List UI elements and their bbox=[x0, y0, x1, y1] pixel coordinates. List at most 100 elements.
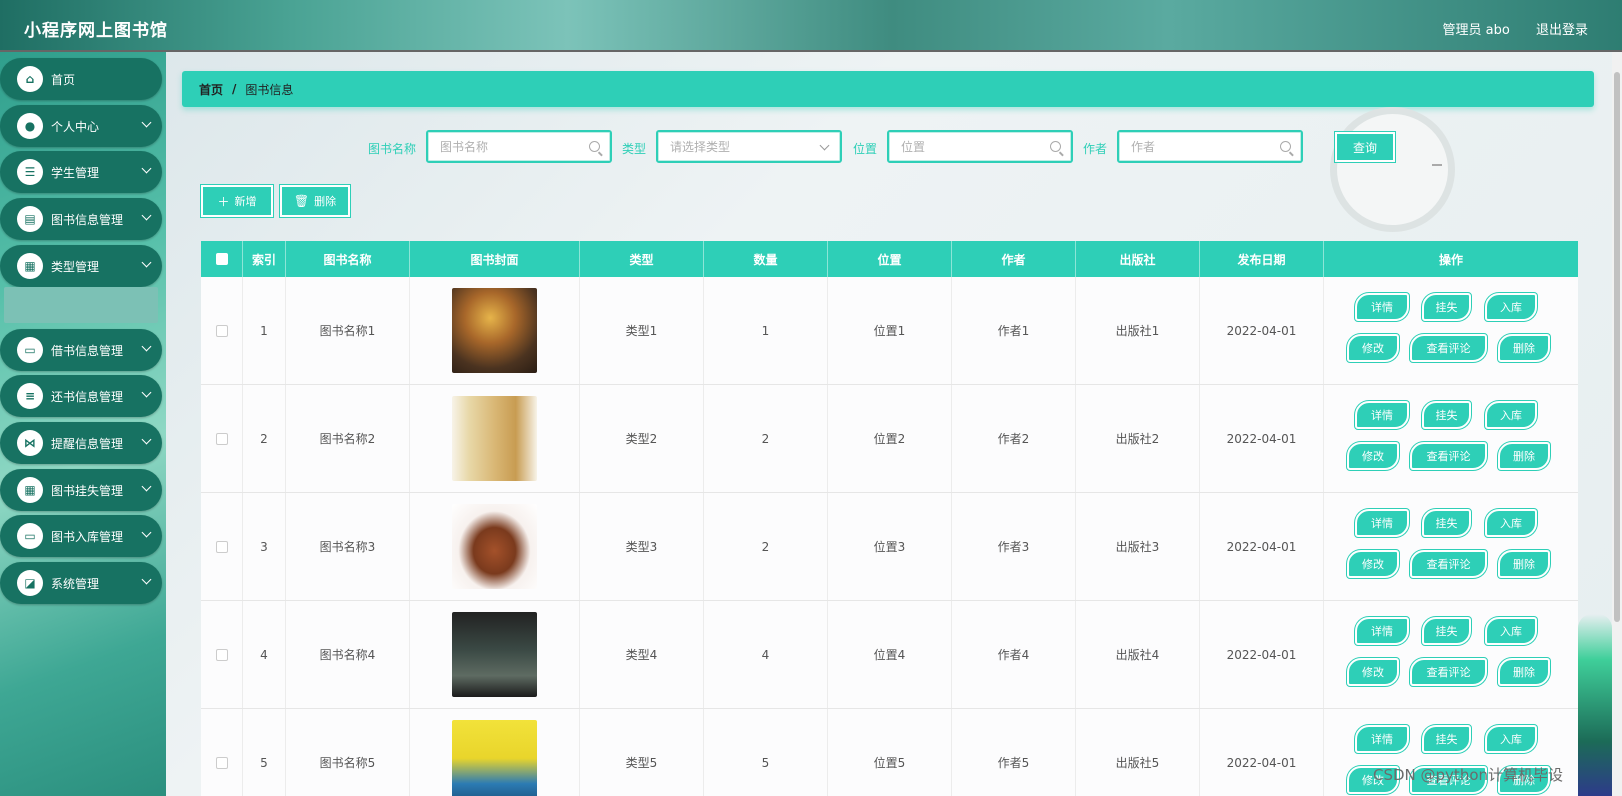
cell-publisher: 出版社1 bbox=[1076, 277, 1200, 384]
list-icon: ≡ bbox=[17, 383, 43, 409]
delete-button[interactable]: 删除 bbox=[1498, 442, 1550, 470]
row-select-cell bbox=[201, 493, 243, 600]
report-loss-button[interactable]: 挂失 bbox=[1422, 293, 1471, 321]
grid-icon: ▦ bbox=[17, 477, 43, 503]
select-all-cell[interactable] bbox=[201, 241, 243, 277]
stock-in-button[interactable]: 入库 bbox=[1485, 401, 1537, 429]
cell-location: 位置2 bbox=[828, 385, 952, 492]
watermark: CSDN @python计算机毕设 bbox=[1373, 766, 1564, 784]
batch-delete-button[interactable]: 🗑 删除 bbox=[280, 185, 350, 217]
cell-location: 位置5 bbox=[828, 709, 952, 796]
user-icon: ● bbox=[17, 113, 43, 139]
stock-in-button[interactable]: 入库 bbox=[1485, 509, 1537, 537]
search-icon bbox=[589, 141, 600, 152]
sidebar-item-0[interactable]: ⌂ 首页 bbox=[0, 58, 162, 100]
sidebar-item-10[interactable]: ◪ 系统管理 bbox=[0, 562, 162, 604]
chevron-down-icon bbox=[141, 434, 152, 445]
logout-link[interactable]: 退出登录 bbox=[1536, 23, 1588, 38]
cell-publisher: 出版社3 bbox=[1076, 493, 1200, 600]
sliders-icon: ☰ bbox=[17, 159, 43, 185]
book-name-input[interactable]: 图书名称 bbox=[426, 130, 612, 163]
row-checkbox[interactable] bbox=[215, 324, 228, 337]
cell-publisher: 出版社5 bbox=[1076, 709, 1200, 796]
edit-button[interactable]: 修改 bbox=[1347, 334, 1399, 362]
detail-button[interactable]: 详情 bbox=[1355, 401, 1409, 429]
sidebar-item-label: 个人中心 bbox=[51, 119, 100, 134]
sidebar-item-4[interactable]: ▦ 类型管理 bbox=[0, 245, 162, 287]
sidebar-item-9[interactable]: ▭ 图书入库管理 bbox=[0, 515, 162, 557]
chevron-down-icon bbox=[141, 210, 152, 221]
report-loss-button[interactable]: 挂失 bbox=[1422, 617, 1471, 645]
delete-button[interactable]: 删除 bbox=[1498, 550, 1550, 578]
row-checkbox[interactable] bbox=[215, 756, 228, 769]
chevron-down-icon bbox=[141, 341, 152, 352]
author-input[interactable]: 作者 bbox=[1117, 130, 1303, 163]
sidebar-item-label: 学生管理 bbox=[51, 165, 100, 180]
sidebar-item-label: 类型管理 bbox=[51, 259, 100, 274]
report-loss-button[interactable]: 挂失 bbox=[1422, 725, 1471, 753]
cell-date: 2022-04-01 bbox=[1200, 709, 1324, 796]
cell-date: 2022-04-01 bbox=[1200, 493, 1324, 600]
view-comments-button[interactable]: 查看评论 bbox=[1410, 550, 1487, 578]
report-loss-button[interactable]: 挂失 bbox=[1422, 509, 1471, 537]
report-loss-button[interactable]: 挂失 bbox=[1422, 401, 1471, 429]
scrollbar-thumb[interactable] bbox=[1614, 72, 1620, 622]
row-checkbox[interactable] bbox=[215, 648, 228, 661]
sidebar-item-2[interactable]: ☰ 学生管理 bbox=[0, 151, 162, 193]
view-comments-button[interactable]: 查看评论 bbox=[1410, 442, 1487, 470]
book-cover-cell bbox=[410, 493, 580, 600]
cell-qty: 4 bbox=[704, 601, 828, 708]
detail-button[interactable]: 详情 bbox=[1355, 725, 1409, 753]
type-select[interactable]: 请选择类型 bbox=[656, 130, 842, 163]
add-button[interactable]: ＋ 新增 bbox=[201, 185, 273, 217]
delete-button[interactable]: 删除 bbox=[1498, 334, 1550, 362]
header-quantity: 数量 bbox=[704, 241, 828, 277]
row-checkbox[interactable] bbox=[215, 432, 228, 445]
header-actions: 操作 bbox=[1438, 252, 1463, 267]
cell-name: 图书名称1 bbox=[286, 277, 410, 384]
breadcrumb-home[interactable]: 首页 bbox=[199, 81, 223, 98]
view-comments-button[interactable]: 查看评论 bbox=[1410, 334, 1487, 362]
cell-index: 5 bbox=[243, 709, 286, 796]
header-type: 类型 bbox=[580, 241, 704, 277]
detail-button[interactable]: 详情 bbox=[1355, 617, 1409, 645]
edit-button[interactable]: 修改 bbox=[1347, 442, 1399, 470]
stock-in-button[interactable]: 入库 bbox=[1485, 293, 1537, 321]
edit-button[interactable]: 修改 bbox=[1347, 550, 1399, 578]
stock-in-button[interactable]: 入库 bbox=[1485, 725, 1537, 753]
detail-button[interactable]: 详情 bbox=[1355, 509, 1409, 537]
sidebar-item-1[interactable]: ● 个人中心 bbox=[0, 105, 162, 147]
sidebar-item-7[interactable]: ⋈ 提醒信息管理 bbox=[0, 422, 162, 464]
page-scrollbar[interactable] bbox=[1612, 52, 1622, 796]
plus-icon: ＋ bbox=[217, 194, 230, 209]
cell-author: 作者1 bbox=[952, 277, 1076, 384]
row-checkbox[interactable] bbox=[215, 540, 228, 553]
stock-in-button[interactable]: 入库 bbox=[1485, 617, 1537, 645]
cell-qty: 5 bbox=[704, 709, 828, 796]
sidebar-item-6[interactable]: ≡ 还书信息管理 bbox=[0, 375, 162, 417]
view-comments-button[interactable]: 查看评论 bbox=[1410, 658, 1487, 686]
type-management-submenu[interactable] bbox=[4, 287, 158, 323]
cell-type: 类型5 bbox=[580, 709, 704, 796]
cell-location: 位置1 bbox=[828, 277, 952, 384]
detail-button[interactable]: 详情 bbox=[1355, 293, 1409, 321]
search-icon bbox=[1280, 141, 1291, 152]
breadcrumb-current: 图书信息 bbox=[245, 82, 294, 97]
sidebar-item-5[interactable]: ▭ 借书信息管理 bbox=[0, 329, 162, 371]
sidebar-item-8[interactable]: ▦ 图书挂失管理 bbox=[0, 469, 162, 511]
cell-name: 图书名称5 bbox=[286, 709, 410, 796]
location-input[interactable]: 位置 bbox=[887, 130, 1073, 163]
header-location: 位置 bbox=[828, 241, 952, 277]
cell-index: 1 bbox=[243, 277, 286, 384]
table-row: 5 图书名称5 类型5 5 位置5 作者5 出版社5 2022-04-01 详情 挂失 入库 修改 查看… bbox=[201, 709, 1578, 796]
header-author: 作者 bbox=[952, 241, 1076, 277]
edit-button[interactable]: 修改 bbox=[1347, 658, 1399, 686]
query-button[interactable]: 查询 bbox=[1335, 132, 1395, 162]
header-index: 索引 bbox=[243, 241, 286, 277]
cell-location: 位置4 bbox=[828, 601, 952, 708]
select-all-checkbox[interactable] bbox=[215, 253, 228, 265]
cell-author: 作者3 bbox=[952, 493, 1076, 600]
delete-button[interactable]: 删除 bbox=[1498, 658, 1550, 686]
sidebar-item-3[interactable]: ▤ 图书信息管理 bbox=[0, 198, 162, 240]
trash-icon: 🗑 bbox=[293, 194, 310, 208]
